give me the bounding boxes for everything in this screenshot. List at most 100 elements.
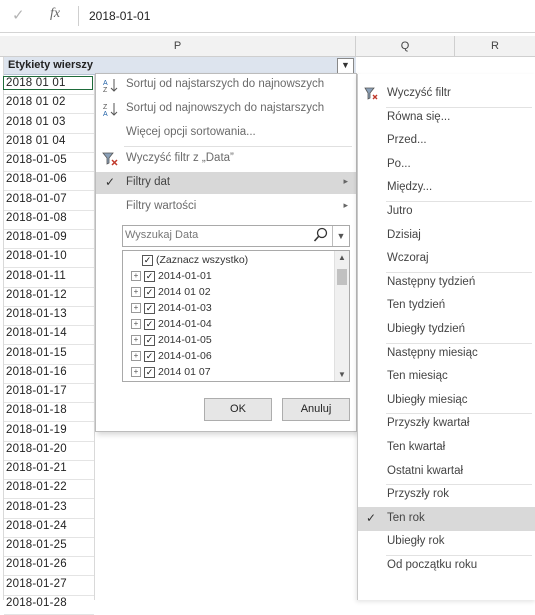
row-cell[interactable]: 2018-01-24	[6, 520, 67, 532]
row-cell[interactable]: 2018-01-28	[6, 597, 67, 609]
menu-item-sort-desc[interactable]: ZA Sortuj od najnowszych do najstarszych	[96, 98, 356, 120]
tree-item[interactable]: + ✓ 2014-01-04	[131, 318, 212, 334]
grid-line	[4, 382, 94, 384]
submenu-item[interactable]: Przyszły kwartał	[358, 412, 535, 436]
checkbox-checked-icon[interactable]: ✓	[144, 318, 155, 330]
tree-item[interactable]: + ✓ 2014-01-06	[131, 350, 212, 366]
expand-icon[interactable]: +	[131, 367, 141, 378]
menu-item-date-filters[interactable]: ✓ Filtry dat ▸	[96, 172, 356, 194]
submenu-item[interactable]: Dzisiaj	[358, 224, 535, 248]
row-cell[interactable]: 2018 01 04	[6, 135, 66, 147]
row-cell[interactable]: 2018-01-27	[6, 578, 67, 590]
submenu-item[interactable]: ✓ Ten rok	[358, 506, 535, 531]
grid-line	[4, 209, 94, 211]
checkbox-checked-icon[interactable]: ✓	[144, 270, 155, 282]
checkbox-checked-icon[interactable]: ✓	[144, 302, 155, 314]
submenu-item[interactable]: Od początku roku	[358, 554, 535, 578]
tree-item[interactable]: + ✓ 2014 01 07	[131, 366, 211, 381]
expand-icon[interactable]: +	[131, 319, 141, 330]
submenu-item[interactable]: Ostatni kwartał	[358, 460, 535, 484]
tree-item[interactable]: + ✓ 2014-01-03	[131, 302, 212, 318]
tree-item[interactable]: + ✓ 2014-01-01	[131, 270, 212, 286]
scrollbar-thumb[interactable]	[337, 269, 347, 285]
row-cell[interactable]: 2018-01-06	[6, 173, 67, 185]
expand-icon[interactable]: +	[131, 271, 141, 282]
checkbox-checked-icon[interactable]: ✓	[142, 254, 153, 266]
checkbox-checked-icon[interactable]: ✓	[144, 350, 155, 362]
submenu-item[interactable]: Jutro	[358, 200, 535, 224]
submenu-item[interactable]: Przed...	[358, 129, 535, 153]
row-cell[interactable]: 2018-01-20	[6, 443, 67, 455]
submenu-item[interactable]: Następny miesiąc	[358, 342, 535, 366]
row-cell[interactable]: 2018 01 03	[6, 116, 66, 128]
row-cell[interactable]: 2018-01-12	[6, 289, 67, 301]
submenu-item[interactable]: Ten miesiąc	[358, 365, 535, 389]
menu-item-more-sort[interactable]: Więcej opcji sortowania...	[96, 122, 356, 144]
filter-dropdown-button[interactable]: ▼	[337, 58, 354, 74]
row-cell[interactable]: 2018-01-11	[6, 270, 66, 282]
expand-icon[interactable]: +	[131, 287, 141, 298]
submenu-item[interactable]: Następny tydzień	[358, 271, 535, 295]
row-cell[interactable]: 2018-01-14	[6, 327, 67, 339]
tree-item[interactable]: ✓ (Zaznacz wszystko)	[131, 254, 248, 270]
grid-line	[4, 190, 94, 192]
checkbox-checked-icon[interactable]: ✓	[144, 366, 155, 378]
row-cell[interactable]: 2018-01-17	[6, 385, 67, 397]
row-cell[interactable]: 2018-01-16	[6, 366, 67, 378]
row-cell[interactable]: 2018-01-18	[6, 404, 67, 416]
ok-button[interactable]: OK	[204, 398, 272, 421]
submenu-item[interactable]: Ubiegły miesiąc	[358, 389, 535, 413]
tree-item[interactable]: + ✓ 2014-01-05	[131, 334, 212, 350]
expand-icon[interactable]: +	[131, 351, 141, 362]
submenu-item[interactable]: Ubiegły rok	[358, 530, 535, 554]
row-cell[interactable]: 2018-01-25	[6, 539, 67, 551]
function-icon[interactable]: fx	[50, 6, 60, 22]
row-cell[interactable]: 2018-01-23	[6, 501, 67, 513]
submenu-item[interactable]: Wyczyść filtr	[358, 82, 535, 106]
menu-item-clear-filter[interactable]: Wyczyść filtr z „Data”	[96, 148, 356, 170]
row-cell[interactable]: 2018-01-08	[6, 212, 67, 224]
tree-item[interactable]: + ✓ 2014 01 02	[131, 286, 211, 302]
search-box[interactable]: Wyszukaj Data ▼	[122, 225, 350, 247]
row-cell[interactable]: 2018 01 01	[3, 76, 93, 90]
expand-icon[interactable]: +	[131, 303, 141, 314]
row-cell[interactable]: 2018-01-22	[6, 481, 67, 493]
row-cell[interactable]: 2018-01-15	[6, 347, 67, 359]
submenu-item[interactable]: Przyszły rok	[358, 483, 535, 507]
submenu-item[interactable]: Wczoraj	[358, 247, 535, 271]
column-header-r[interactable]: R	[455, 36, 535, 56]
submenu-item[interactable]: Ten tydzień	[358, 294, 535, 318]
filter-popup: AZ Sortuj od najstarszych do najnowszych…	[95, 73, 357, 432]
check-icon[interactable]: ✓	[12, 6, 25, 24]
column-header-q[interactable]: Q	[356, 36, 455, 56]
column-header-p[interactable]: P	[0, 36, 356, 56]
row-cell[interactable]: 2018-01-21	[6, 462, 67, 474]
submenu-item[interactable]: Po...	[358, 153, 535, 177]
search-icon[interactable]	[313, 227, 329, 243]
submenu-item[interactable]: Ubiegły tydzień	[358, 318, 535, 342]
cancel-button[interactable]: Anuluj	[282, 398, 350, 421]
row-cell[interactable]: 2018 01 02	[6, 96, 66, 108]
menu-item-sort-asc[interactable]: AZ Sortuj od najstarszych do najnowszych	[96, 74, 356, 96]
submenu-item[interactable]: Ten kwartał	[358, 436, 535, 460]
row-cell[interactable]: 2018-01-07	[6, 193, 67, 205]
checkbox-checked-icon[interactable]: ✓	[144, 334, 155, 346]
grid-line	[4, 594, 94, 596]
row-cell[interactable]: 2018-01-26	[6, 558, 67, 570]
checkbox-checked-icon[interactable]: ✓	[144, 286, 155, 298]
row-cell[interactable]: 2018-01-19	[6, 424, 67, 436]
submenu-item[interactable]: Równa się...	[358, 106, 535, 130]
expand-icon[interactable]: +	[131, 335, 141, 346]
row-cell[interactable]: 2018-01-09	[6, 231, 67, 243]
menu-item-value-filters[interactable]: Filtry wartości ▸	[96, 196, 356, 218]
row-cell[interactable]: 2018-01-05	[6, 154, 67, 166]
tree-scrollbar[interactable]: ▲ ▼	[334, 251, 349, 381]
submenu-item[interactable]: Między...	[358, 176, 535, 200]
scroll-up-icon[interactable]: ▲	[338, 253, 346, 262]
row-cell[interactable]: 2018-01-10	[6, 250, 67, 262]
formula-input[interactable]: 2018-01-01	[89, 9, 150, 23]
row-cell[interactable]: 2018-01-13	[6, 308, 67, 320]
scroll-down-icon[interactable]: ▼	[338, 370, 346, 379]
chevron-down-icon[interactable]: ▼	[332, 226, 349, 246]
